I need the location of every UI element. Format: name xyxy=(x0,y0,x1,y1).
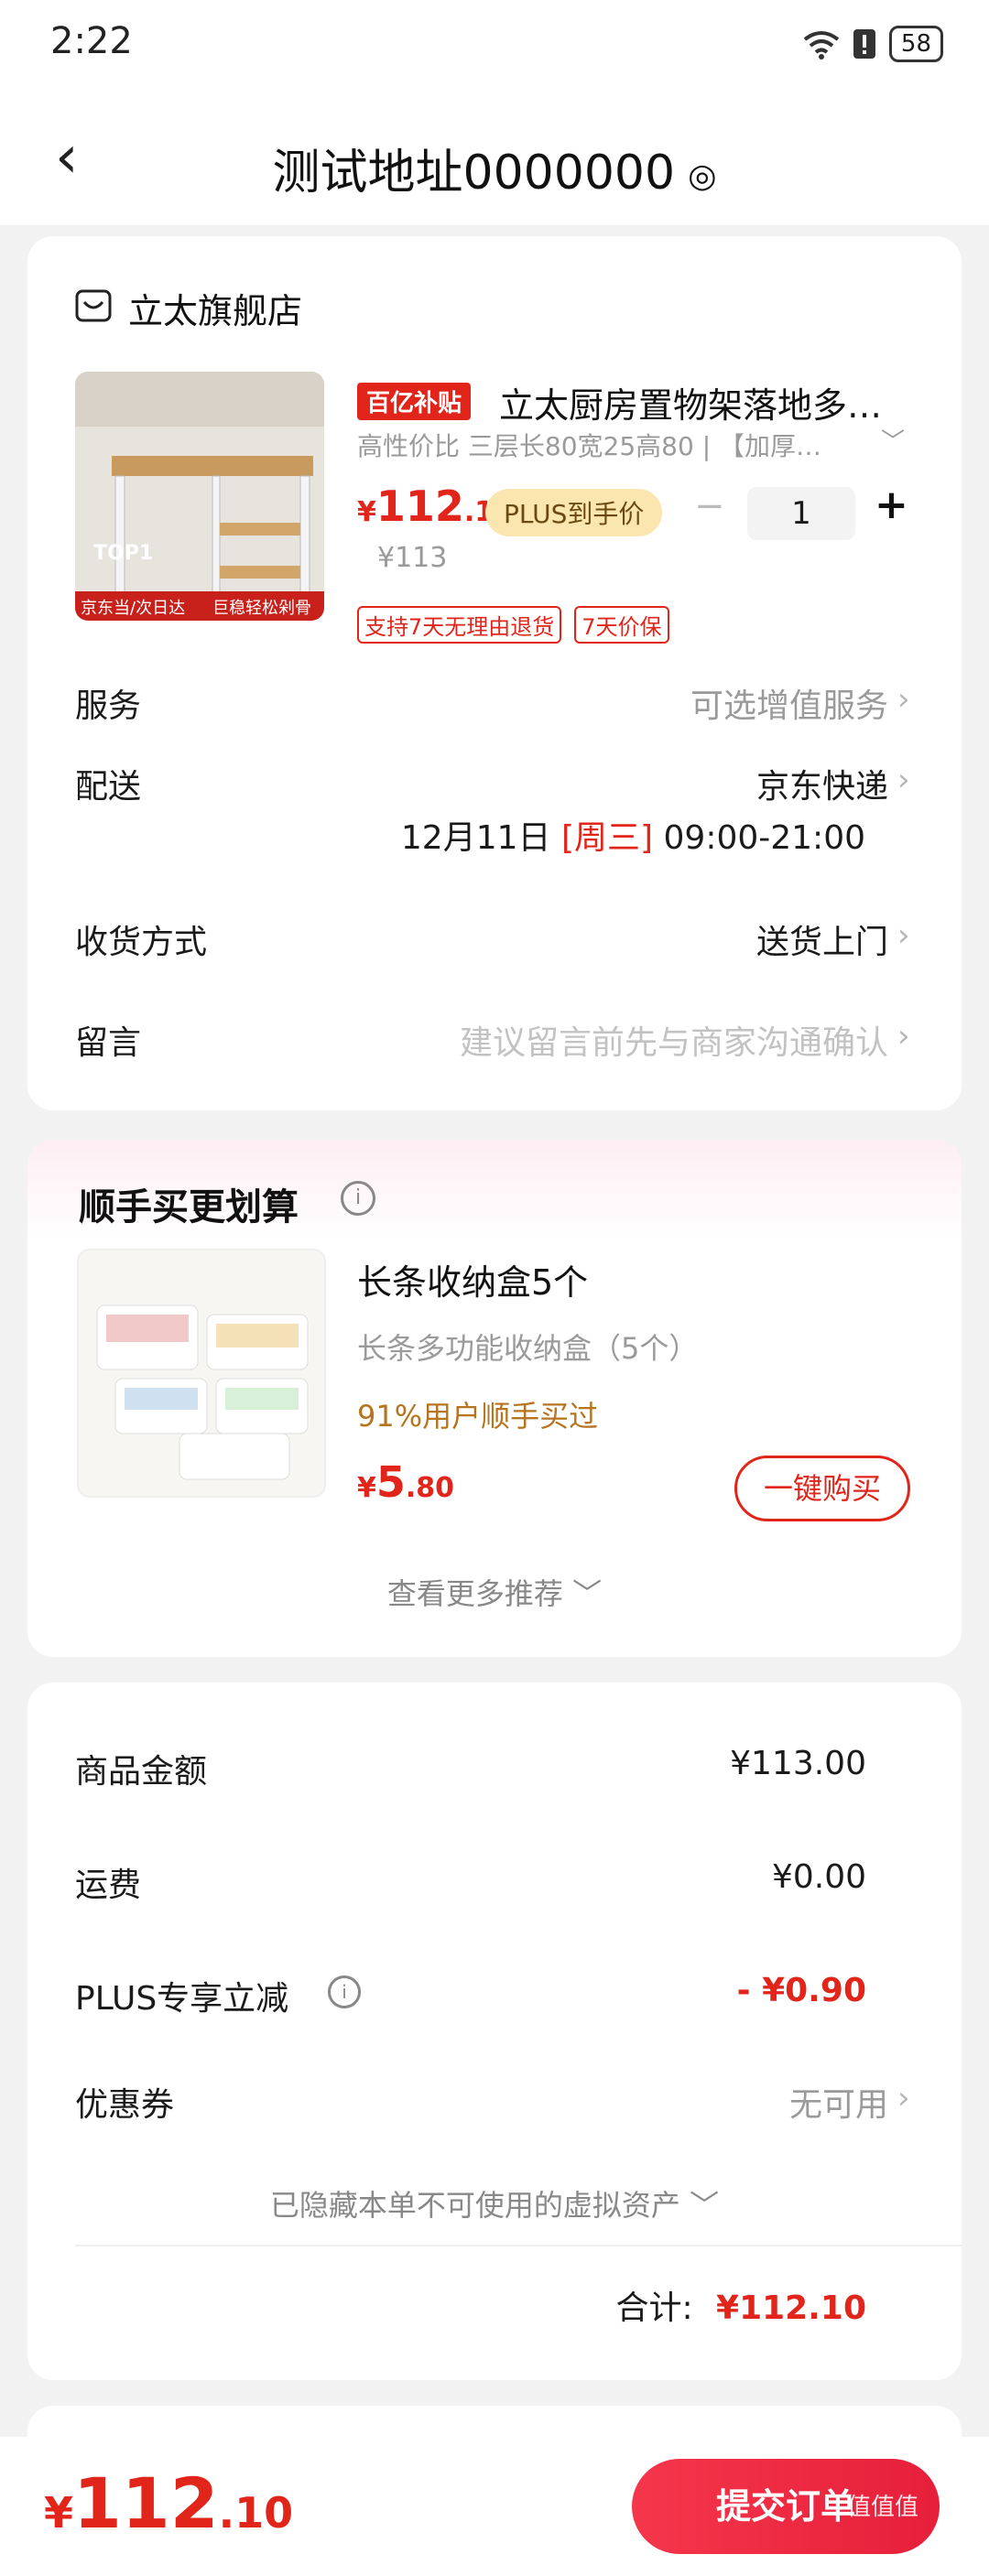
storage-box-image xyxy=(79,1250,324,1496)
status-time: 2:22 xyxy=(50,20,133,62)
product-thumbnail[interactable]: TOP1 京东当/次日达 巨稳轻松剁骨 xyxy=(75,372,324,621)
note-chevron-icon[interactable]: › xyxy=(897,1018,910,1055)
product-price: ¥112.1 xyxy=(357,482,494,531)
footer-currency: ¥ xyxy=(44,2488,74,2538)
expand-chevron-icon: ﹀ xyxy=(562,1576,603,1611)
goods-amount-value: ¥113.00 xyxy=(730,1745,866,1782)
service-chevron-icon[interactable]: › xyxy=(897,681,910,718)
addon-price-int: 5 xyxy=(375,1457,406,1507)
delivery-row[interactable]: 京东快递 xyxy=(756,760,888,807)
delivery-window: 09:00-21:00 xyxy=(663,819,865,857)
shop-icon xyxy=(75,289,112,322)
summary-divider xyxy=(75,2245,962,2246)
battery-icon: 58 xyxy=(888,26,943,62)
thumb-bottom-label-2: 巨稳轻松剁骨 xyxy=(212,599,311,618)
footer-price-dec: .10 xyxy=(218,2488,294,2538)
coupon-value: 无可用 xyxy=(788,2086,888,2124)
goods-amount-label: 商品金额 xyxy=(75,1753,208,1791)
receive-chevron-icon[interactable]: › xyxy=(897,917,910,954)
delivery-time[interactable]: 12月11日 [周三] 09:00-21:00 xyxy=(401,811,865,859)
alert-icon xyxy=(853,29,875,59)
plus-discount-value: - ¥0.90 xyxy=(736,1972,866,2009)
one-click-buy-button[interactable]: 一键购买 xyxy=(734,1456,910,1521)
watermark: 值值值 xyxy=(847,2494,919,2521)
service-label: 服务 xyxy=(75,687,142,725)
hidden-assets-chevron-icon: ﹀ xyxy=(679,2188,720,2223)
delivery-value: 京东快递 xyxy=(755,768,888,806)
coupon-row[interactable]: 无可用 xyxy=(789,2078,888,2126)
addon-price-dec: .80 xyxy=(405,1472,455,1504)
note-label: 留言 xyxy=(75,1024,142,1062)
product-title[interactable]: 立太厨房置物架落地多… xyxy=(499,377,902,428)
tag-return: 支持7天无理由退货 xyxy=(357,606,562,644)
addon-item-stat: 91%用户顺手买过 xyxy=(357,1399,599,1434)
shelf-image xyxy=(75,372,324,621)
service-row[interactable]: 可选增值服务 xyxy=(690,679,888,727)
total-row: 合计: ¥112.10 xyxy=(615,2281,866,2329)
plus-price-pill: PLUS到手价 xyxy=(485,489,663,536)
delivery-date: 12月11日 xyxy=(400,819,551,857)
total-label: 合计: xyxy=(615,2289,693,2327)
shipping-value: ¥0.00 xyxy=(771,1858,866,1896)
coupon-label: 优惠券 xyxy=(75,2086,175,2124)
addon-title: 顺手买更划算 xyxy=(79,1186,299,1228)
total-value: ¥112.10 xyxy=(716,2289,866,2327)
receive-label: 收货方式 xyxy=(75,924,208,961)
qty-input[interactable]: 1 xyxy=(747,487,855,540)
hidden-assets-label: 已隐藏本单不可使用的虚拟资产 xyxy=(269,2188,680,2223)
product-tags: 支持7天无理由退货 7天价保 xyxy=(357,606,669,644)
delivery-weekday: [周三] xyxy=(560,819,654,857)
thumb-top-label: TOP1 xyxy=(93,542,154,565)
footer-total-price: ¥112.10 xyxy=(44,2462,293,2544)
delivery-chevron-icon[interactable]: › xyxy=(897,762,910,798)
plus-info-icon[interactable]: i xyxy=(328,1975,361,2008)
wifi-icon xyxy=(803,31,840,60)
store-name[interactable]: 立太旗舰店 xyxy=(128,283,302,333)
qty-plus-button[interactable]: + xyxy=(875,482,908,528)
addon-item-title[interactable]: 长条收纳盒5个 xyxy=(357,1254,588,1304)
store-card xyxy=(27,236,962,1110)
status-icons: 58 xyxy=(803,26,943,62)
subsidy-badge: 百亿补贴 xyxy=(357,383,472,420)
address-title[interactable]: 测试地址0000000 ◎ xyxy=(0,134,989,202)
addon-item-subtitle: 长条多功能收纳盒（5个） xyxy=(357,1331,699,1366)
more-recommend-label: 查看更多推荐 xyxy=(386,1576,563,1611)
coupon-chevron-icon[interactable]: › xyxy=(897,2080,910,2116)
more-recommend-link[interactable]: 查看更多推荐 ﹀ xyxy=(0,1571,989,1613)
note-placeholder: 建议留言前先与商家沟通确认 xyxy=(459,1024,888,1062)
receive-value: 送货上门 xyxy=(755,924,888,961)
footer-price-int: 112 xyxy=(73,2462,219,2544)
addon-price: ¥5.80 xyxy=(357,1457,455,1507)
thumb-bottom-label: 京东当/次日达 xyxy=(81,599,186,618)
product-spec[interactable]: 高性价比 三层长80宽25高80 | 【加厚… xyxy=(357,427,870,463)
receive-row[interactable]: 送货上门 xyxy=(756,915,888,963)
plus-discount-label: PLUS专享立减 xyxy=(75,1980,289,2018)
hidden-assets-toggle[interactable]: 已隐藏本单不可使用的虚拟资产 ﹀ xyxy=(0,2182,989,2224)
original-price: ¥113 xyxy=(377,542,448,574)
info-icon[interactable]: i xyxy=(341,1181,375,1216)
addon-thumbnail[interactable] xyxy=(77,1249,326,1498)
note-input[interactable]: 建议留言前先与商家沟通确认 xyxy=(460,1016,888,1064)
delivery-label: 配送 xyxy=(75,768,142,806)
service-value: 可选增值服务 xyxy=(690,687,888,725)
qty-minus-button[interactable]: − xyxy=(694,485,725,527)
page-title: 测试地址0000000 xyxy=(272,146,676,200)
shipping-label: 运费 xyxy=(75,1867,142,1904)
tag-price-protect: 7天价保 xyxy=(574,606,669,644)
spec-chevron-icon[interactable]: ﹀ xyxy=(881,423,905,457)
location-pin-icon: ◎ xyxy=(688,157,717,195)
price-int: 112 xyxy=(375,482,464,531)
